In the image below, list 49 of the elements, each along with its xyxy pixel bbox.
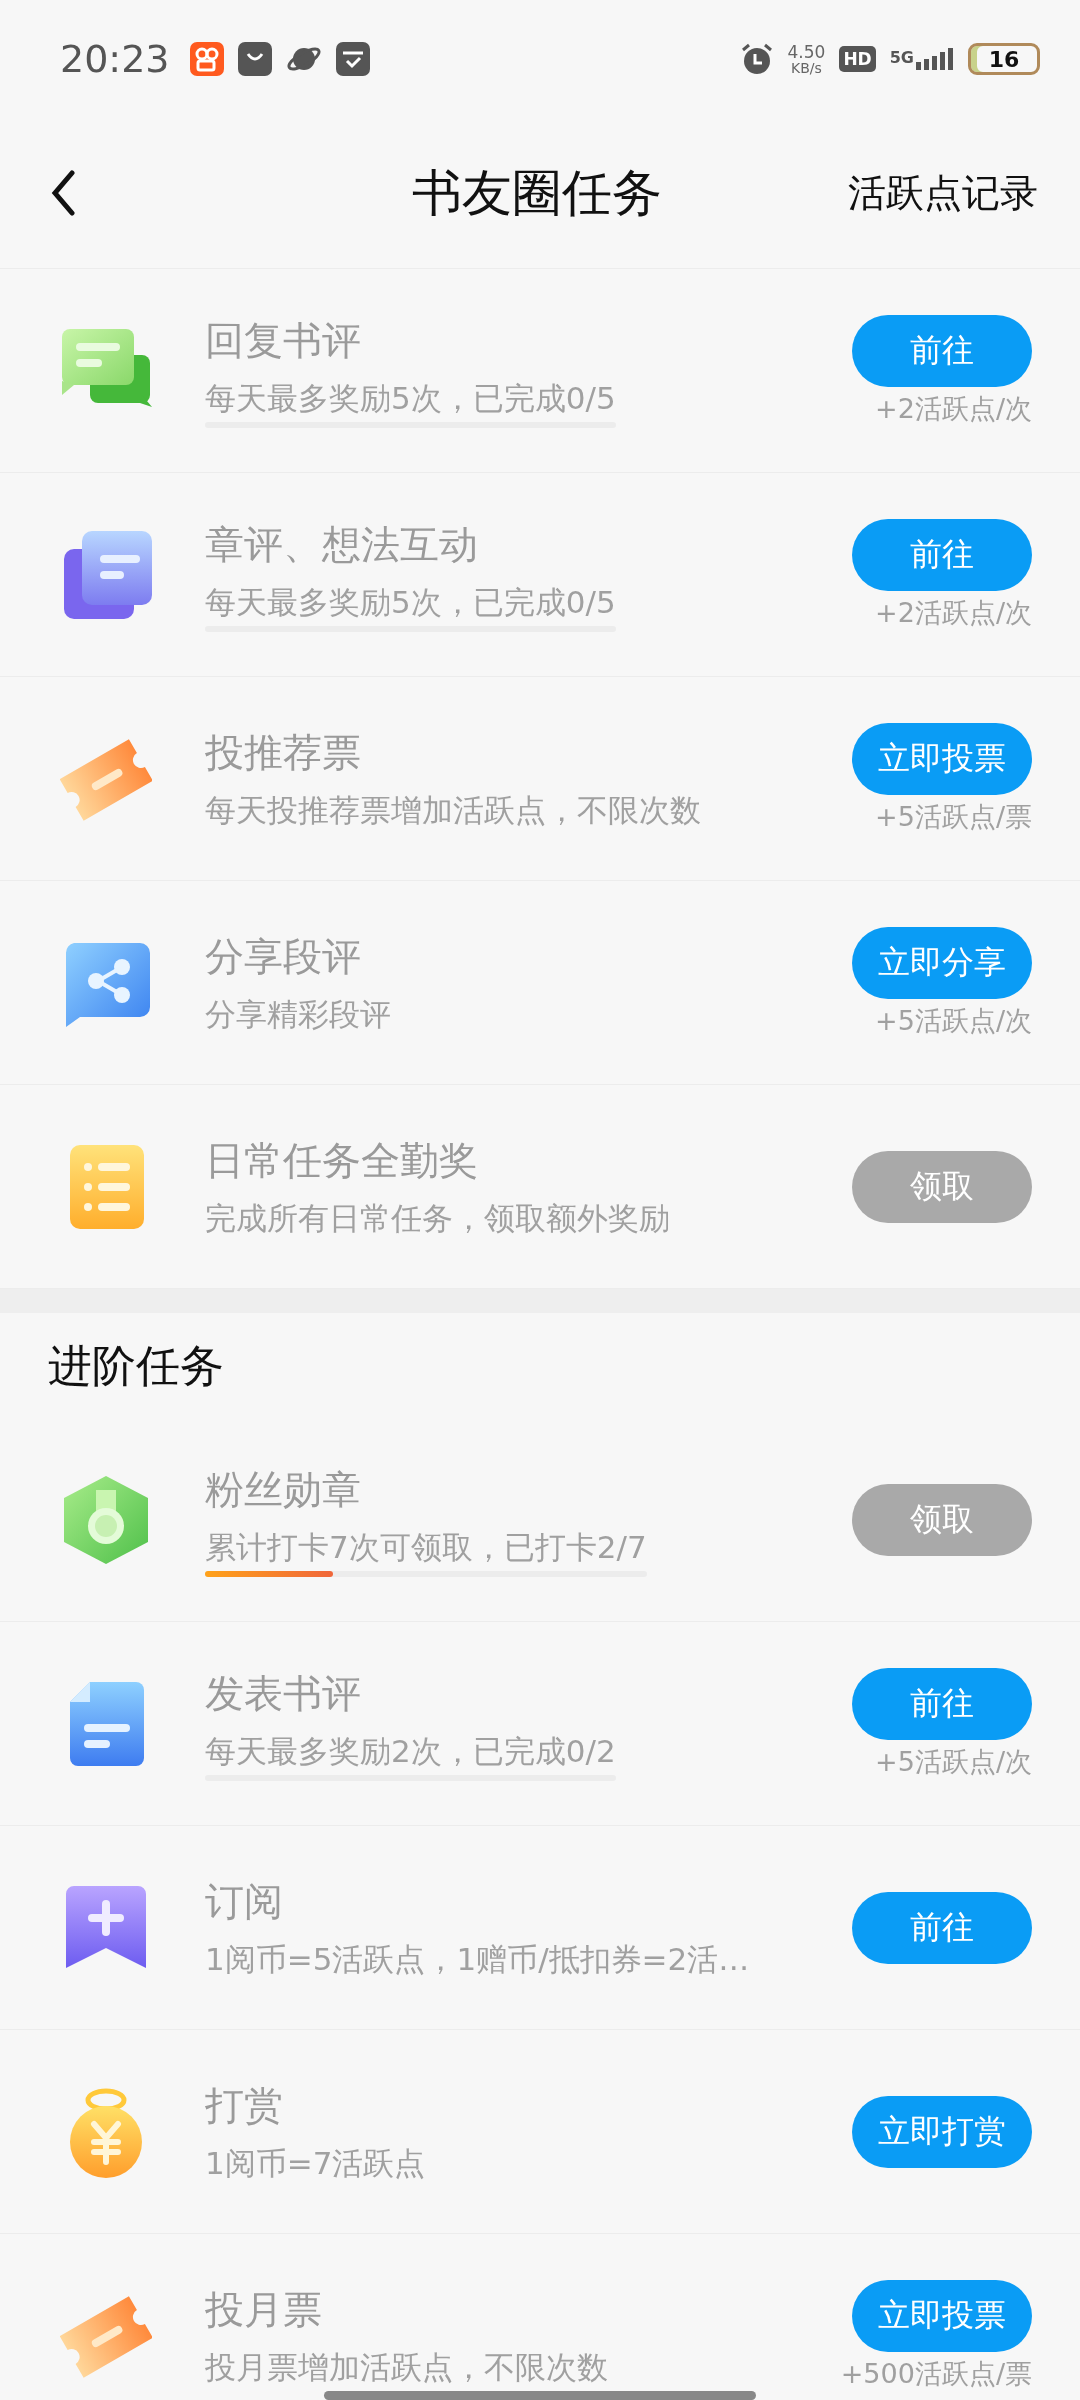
task-description: 每天最多奖励2次，已完成0/2: [205, 1731, 616, 1771]
inbox-check-icon: [335, 42, 370, 76]
activity-record-link[interactable]: 活跃点记录: [848, 167, 1038, 219]
signal-icon: [916, 48, 954, 70]
back-button[interactable]: [50, 170, 76, 216]
task-title: 投推荐票: [205, 728, 362, 777]
task-title: 回复书评: [205, 316, 362, 365]
reward-text: +2活跃点/次: [875, 391, 1032, 426]
task-title: 投月票: [205, 2285, 323, 2334]
task-title: 日常任务全勤奖: [205, 1136, 479, 1185]
task-button[interactable]: 立即投票: [852, 722, 1032, 795]
task-description: 每天最多奖励5次，已完成0/5: [205, 582, 616, 622]
network-speed: 4.50: [787, 43, 826, 61]
task-description: 分享精彩段评: [205, 994, 391, 1034]
speed-unit: KB/s: [791, 60, 822, 75]
task-button[interactable]: 前往: [852, 518, 1032, 591]
hd-badge: HD: [839, 46, 876, 72]
task-title: 粉丝勋章: [205, 1465, 362, 1514]
task-description: 每天投推荐票增加活跃点，不限次数: [205, 790, 701, 830]
network-type: 5G: [889, 48, 914, 67]
task-button[interactable]: 前往: [852, 314, 1032, 387]
reward-text: +500活跃点/票: [840, 2356, 1032, 2391]
task-button[interactable]: 立即分享: [852, 926, 1032, 999]
alarm-icon: [739, 42, 774, 76]
task-description: 1阅币=5活跃点，1赠币/抵扣券=2活…: [205, 1939, 750, 1979]
task-button[interactable]: 立即投票: [852, 2279, 1032, 2352]
task-title: 分享段评: [205, 932, 362, 981]
section-title: 进阶任务: [47, 1339, 225, 1393]
status-time: 20:23: [60, 37, 170, 81]
reward-text: +2活跃点/次: [875, 595, 1032, 630]
task-title: 订阅: [205, 1877, 284, 1926]
task-description: 完成所有日常任务，领取额外奖励: [205, 1198, 670, 1238]
task-title: 发表书评: [205, 1669, 362, 1718]
task-title: 章评、想法互动: [205, 520, 479, 569]
task-button[interactable]: 前往: [852, 1891, 1032, 1964]
task-description: 1阅币=7活跃点: [205, 2143, 426, 2183]
reward-text: +5活跃点/票: [875, 799, 1032, 834]
task-title: 打赏: [205, 2081, 284, 2130]
reward-text: +5活跃点/次: [875, 1744, 1032, 1779]
reward-text: +5活跃点/次: [875, 1003, 1032, 1038]
task-description: 累计打卡7次可领取，已打卡2/7: [205, 1527, 647, 1567]
app-icon: [189, 42, 224, 76]
task-button[interactable]: 立即打赏: [852, 2095, 1032, 2168]
shopping-bag-icon: [237, 42, 272, 76]
page-title: 书友圈任务: [412, 162, 662, 224]
task-description: 投月票增加活跃点，不限次数: [205, 2347, 608, 2387]
task-button[interactable]: 前往: [852, 1667, 1032, 1740]
battery-indicator: 16: [968, 43, 1040, 75]
task-description: 每天最多奖励5次，已完成0/5: [205, 378, 616, 418]
